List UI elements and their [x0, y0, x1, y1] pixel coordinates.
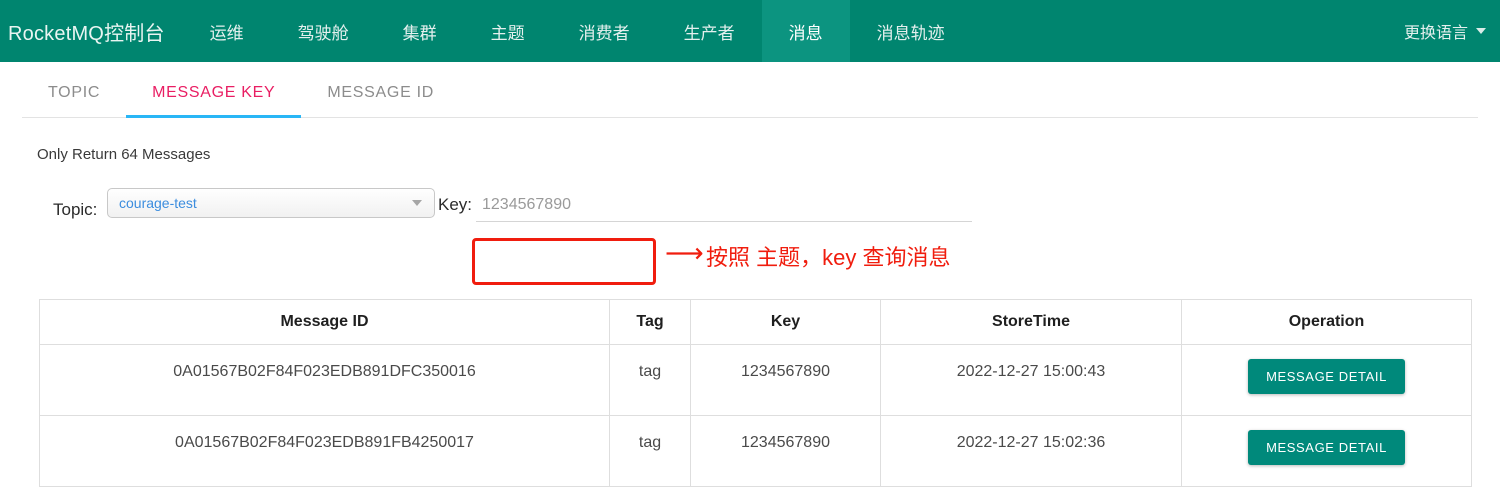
cell-message-id: 0A01567B02F84F023EDB891DFC350016	[40, 345, 610, 416]
tab-message-key[interactable]: MESSAGE KEY	[126, 84, 301, 117]
top-navbar: RocketMQ控制台 运维 驾驶舱 集群 主题 消费者 生产者 消息 消息轨迹…	[0, 0, 1500, 62]
column-header-message-id: Message ID	[40, 300, 610, 345]
nav-item-message-trace[interactable]: 消息轨迹	[850, 0, 972, 62]
nav-item-producer[interactable]: 生产者	[657, 0, 762, 62]
table-row: 0A01567B02F84F023EDB891FB4250017 tag 123…	[40, 416, 1472, 487]
language-switcher[interactable]: 更换语言	[1404, 0, 1500, 62]
message-detail-button[interactable]: MESSAGE DETAIL	[1248, 430, 1405, 465]
cell-operation: MESSAGE DETAIL	[1182, 416, 1472, 487]
language-switcher-label: 更换语言	[1404, 19, 1468, 43]
annotation-text: 按照 主题，key 查询消息	[706, 240, 950, 272]
primary-nav: 运维 驾驶舱 集群 主题 消费者 生产者 消息 消息轨迹	[183, 0, 972, 62]
cell-operation: MESSAGE DETAIL	[1182, 345, 1472, 416]
nav-item-consumer[interactable]: 消费者	[552, 0, 657, 62]
table-row: 0A01567B02F84F023EDB891DFC350016 tag 123…	[40, 345, 1472, 416]
nav-item-ops[interactable]: 运维	[183, 0, 271, 62]
cell-message-id: 0A01567B02F84F023EDB891FB4250017	[40, 416, 610, 487]
messages-table: Message ID Tag Key StoreTime Operation 0…	[39, 299, 1472, 487]
cell-storetime: 2022-12-27 15:00:43	[881, 345, 1182, 416]
tab-message-id[interactable]: MESSAGE ID	[301, 84, 460, 117]
messages-table-container: Message ID Tag Key StoreTime Operation 0…	[39, 299, 1471, 487]
nav-item-topic[interactable]: 主题	[464, 0, 552, 62]
chevron-down-icon	[412, 200, 422, 206]
sub-tabs: TOPIC MESSAGE KEY MESSAGE ID	[22, 62, 1478, 118]
cell-tag: tag	[610, 416, 691, 487]
message-detail-button[interactable]: MESSAGE DETAIL	[1248, 359, 1405, 394]
annotation-highlight-box	[472, 238, 656, 285]
key-input[interactable]	[476, 188, 972, 222]
cell-key: 1234567890	[691, 416, 881, 487]
table-header-row: Message ID Tag Key StoreTime Operation	[40, 300, 1472, 345]
column-header-storetime: StoreTime	[881, 300, 1182, 345]
column-header-key: Key	[691, 300, 881, 345]
result-count-notice: Only Return 64 Messages	[0, 118, 1500, 163]
chevron-down-icon	[1476, 28, 1486, 34]
topic-select[interactable]: courage-test	[107, 188, 435, 218]
cell-storetime: 2022-12-27 15:02:36	[881, 416, 1182, 487]
tab-topic[interactable]: TOPIC	[22, 84, 126, 117]
search-form: Topic: courage-test Key: 搜索	[0, 177, 1500, 245]
annotation-arrow-icon: ⟶	[665, 240, 704, 267]
cell-tag: tag	[610, 345, 691, 416]
key-label: Key:	[438, 195, 472, 215]
brand-logo[interactable]: RocketMQ控制台	[0, 0, 183, 62]
column-header-tag: Tag	[610, 300, 691, 345]
topic-select-value: courage-test	[108, 195, 197, 211]
nav-item-message[interactable]: 消息	[762, 0, 850, 62]
cell-key: 1234567890	[691, 345, 881, 416]
column-header-operation: Operation	[1182, 300, 1472, 345]
nav-item-cluster[interactable]: 集群	[376, 0, 464, 62]
nav-item-dashboard[interactable]: 驾驶舱	[271, 0, 376, 62]
topic-label: Topic:	[53, 200, 97, 220]
